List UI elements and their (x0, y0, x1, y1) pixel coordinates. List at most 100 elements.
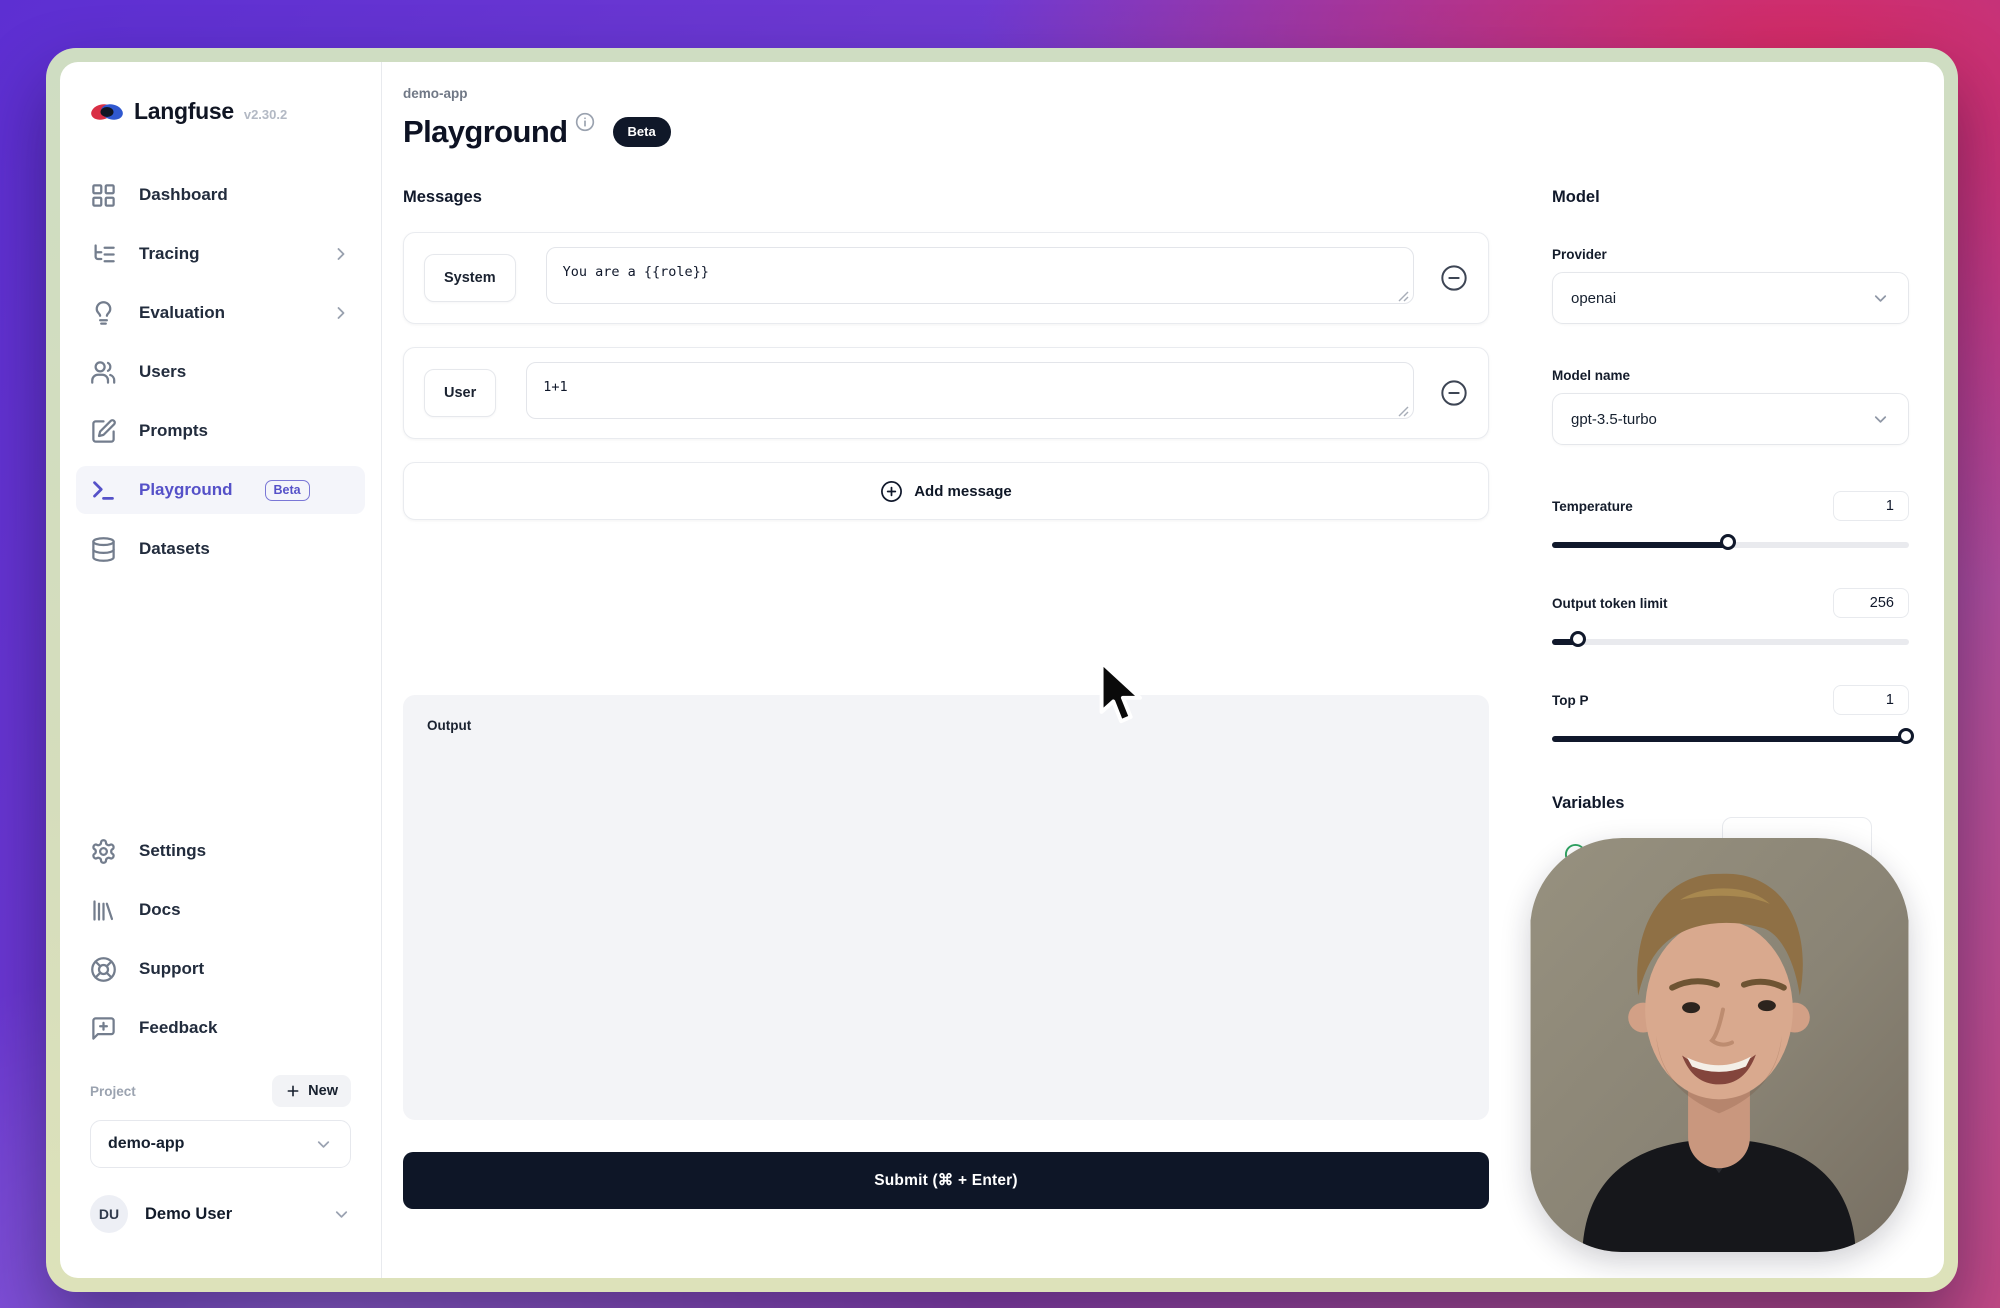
top-p-slider[interactable] (1552, 728, 1909, 750)
sidebar-item-label: Settings (139, 841, 206, 861)
model-heading: Model (1552, 188, 1909, 207)
role-button-system[interactable]: System (424, 254, 516, 302)
sidebar-item-playground[interactable]: Playground Beta (76, 466, 365, 514)
sidebar-item-label: Datasets (139, 539, 210, 559)
resize-grip-icon[interactable] (1398, 291, 1409, 302)
sidebar-item-support[interactable]: Support (90, 945, 351, 993)
output-panel: Output (403, 695, 1489, 1120)
webcam-video (1530, 838, 1909, 1252)
sidebar: Langfuse v2.30.2 Dashboard Tracing (60, 62, 382, 1278)
add-message-label: Add message (914, 483, 1012, 500)
model-name-label: Model name (1552, 368, 1909, 383)
provider-select[interactable]: openai (1552, 272, 1909, 324)
main-content: demo-app Playground Beta Messages System… (382, 62, 1944, 1278)
temperature-label: Temperature (1552, 499, 1633, 514)
library-icon (90, 897, 117, 924)
chevron-down-icon (332, 1205, 351, 1224)
project-select-value: demo-app (108, 1135, 184, 1153)
beta-badge: Beta (613, 117, 671, 147)
sidebar-item-prompts[interactable]: Prompts (90, 407, 351, 455)
model-panel: Model Provider openai Model name gpt-3.5… (1552, 188, 1909, 813)
variables-heading: Variables (1552, 794, 1909, 813)
sidebar-item-evaluation[interactable]: Evaluation (90, 289, 351, 337)
messages-heading: Messages (403, 188, 482, 207)
chevron-down-icon (1871, 289, 1890, 308)
sidebar-item-label: Evaluation (139, 303, 225, 323)
sidebar-item-feedback[interactable]: Feedback (90, 1004, 351, 1052)
project-label: Project (90, 1084, 136, 1099)
provider-label: Provider (1552, 247, 1909, 262)
minus-circle-icon (1440, 379, 1468, 407)
brand-name: Langfuse (134, 98, 234, 125)
chevron-down-icon (1871, 410, 1890, 429)
users-icon (90, 359, 117, 386)
project-select[interactable]: demo-app (90, 1120, 351, 1168)
slider-thumb[interactable] (1570, 631, 1586, 647)
prompts-edit-icon (90, 418, 117, 445)
brand[interactable]: Langfuse v2.30.2 (90, 98, 351, 125)
sidebar-item-label: Dashboard (139, 185, 228, 205)
sidebar-item-docs[interactable]: Docs (90, 886, 351, 934)
lifebuoy-icon (90, 956, 117, 983)
temperature-slider[interactable] (1552, 534, 1909, 556)
user-name: Demo User (145, 1205, 232, 1224)
sidebar-item-label: Users (139, 362, 186, 382)
output-label: Output (427, 718, 471, 733)
system-message-input[interactable]: You are a {{role}} (546, 247, 1414, 304)
tracing-tree-icon (90, 241, 117, 268)
langfuse-logo-icon (90, 100, 124, 124)
model-name-select-value: gpt-3.5-turbo (1571, 411, 1657, 428)
sidebar-item-dashboard[interactable]: Dashboard (90, 171, 351, 219)
info-icon[interactable] (575, 112, 595, 132)
message-plus-icon (90, 1015, 117, 1042)
sidebar-item-datasets[interactable]: Datasets (90, 525, 351, 573)
sidebar-item-users[interactable]: Users (90, 348, 351, 396)
message-row-system: System You are a {{role}} (403, 232, 1489, 324)
langfuse-app: Langfuse v2.30.2 Dashboard Tracing (60, 62, 1944, 1278)
minus-circle-icon (1440, 264, 1468, 292)
user-message-input[interactable]: 1+1 (526, 362, 1414, 419)
gear-icon (90, 838, 117, 865)
avatar: DU (90, 1195, 128, 1233)
remove-message-button[interactable] (1440, 379, 1468, 407)
dashboard-grid-icon (90, 182, 117, 209)
webcam-overlay (1530, 838, 1909, 1252)
submit-button[interactable]: Submit (⌘ + Enter) (403, 1152, 1489, 1209)
slider-thumb[interactable] (1898, 728, 1914, 744)
top-p-label: Top P (1552, 693, 1589, 708)
brand-version: v2.30.2 (244, 107, 287, 122)
terminal-icon (90, 477, 117, 504)
sidebar-item-label: Prompts (139, 421, 208, 441)
top-p-input[interactable]: 1 (1833, 685, 1909, 715)
sidebar-bottom: Settings Docs Support (90, 827, 351, 1233)
plus-icon (285, 1083, 301, 1099)
model-name-select[interactable]: gpt-3.5-turbo (1552, 393, 1909, 445)
chevron-right-icon (331, 303, 351, 323)
lightbulb-icon (90, 300, 117, 327)
temperature-input[interactable]: 1 (1833, 491, 1909, 521)
message-row-user: User 1+1 (403, 347, 1489, 439)
output-token-limit-input[interactable]: 256 (1833, 588, 1909, 618)
user-menu[interactable]: DU Demo User (90, 1195, 351, 1233)
role-button-user[interactable]: User (424, 369, 496, 417)
output-token-limit-label: Output token limit (1552, 596, 1668, 611)
sidebar-item-tracing[interactable]: Tracing (90, 230, 351, 278)
page-title: Playground (403, 114, 568, 150)
beta-badge: Beta (265, 480, 310, 501)
add-message-button[interactable]: Add message (403, 462, 1489, 520)
sidebar-nav: Dashboard Tracing Evaluation (90, 171, 351, 573)
plus-circle-icon (880, 480, 903, 503)
slider-thumb[interactable] (1720, 534, 1736, 550)
breadcrumb[interactable]: demo-app (403, 86, 468, 101)
sidebar-item-settings[interactable]: Settings (90, 827, 351, 875)
messages-list: System You are a {{role}} User 1+1 (403, 232, 1489, 520)
chevron-right-icon (331, 244, 351, 264)
output-token-limit-slider[interactable] (1552, 631, 1909, 653)
sidebar-item-label: Playground (139, 480, 233, 500)
browser-window-frame: Langfuse v2.30.2 Dashboard Tracing (46, 48, 1958, 1292)
remove-message-button[interactable] (1440, 264, 1468, 292)
resize-grip-icon[interactable] (1398, 406, 1409, 417)
chevron-down-icon (314, 1135, 333, 1154)
new-project-button[interactable]: New (272, 1075, 351, 1107)
mouse-cursor (1098, 660, 1146, 726)
